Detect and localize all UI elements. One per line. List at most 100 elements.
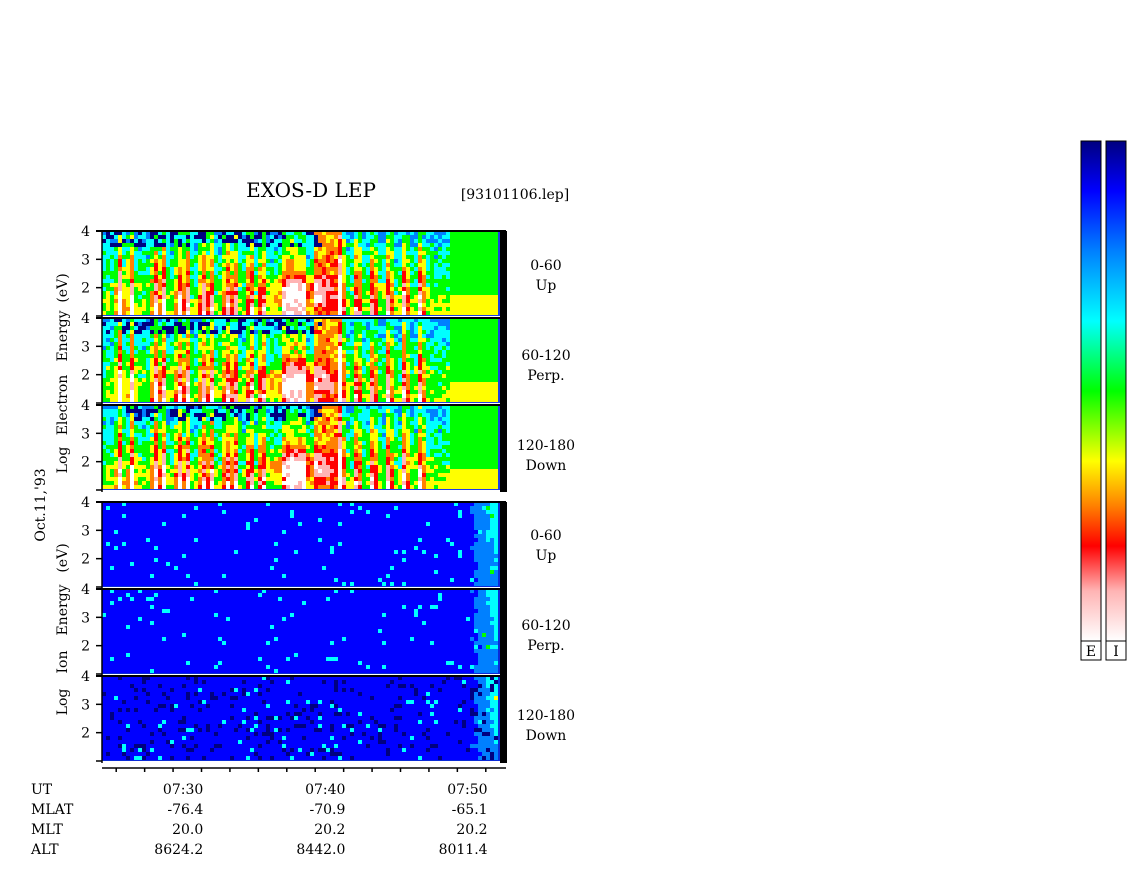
spectrogram-cell: [434, 251, 438, 255]
spectrogram-cell: [466, 326, 470, 330]
spectrogram-cell: [194, 235, 198, 239]
spectrogram-cell: [434, 334, 438, 338]
spectrogram-cell: [306, 346, 310, 350]
spectrogram-cell: [254, 437, 258, 441]
spectrogram-cell: [270, 322, 274, 326]
spectrogram-cell: [182, 409, 186, 413]
spectrogram-cell: [466, 279, 470, 283]
spectrogram-cell: [142, 279, 146, 283]
spectrogram-cell: [130, 453, 134, 457]
spectrogram-cell: [310, 283, 314, 287]
spectrogram-cell: [266, 358, 270, 362]
spectrogram-cell: [122, 271, 126, 275]
spectrogram-cell: [326, 370, 330, 374]
spectrogram-cell: [298, 255, 302, 259]
spectrogram-cell: [106, 465, 110, 469]
spectrogram-cell: [402, 311, 406, 315]
spectrogram-cell: [218, 271, 222, 275]
spectrogram-cell: [242, 346, 246, 350]
spectrogram-cell: [386, 235, 390, 239]
spectrogram-cell: [114, 398, 118, 402]
spectrogram-cell: [182, 382, 186, 386]
spectrogram-cell: [178, 386, 182, 390]
spectrogram-cell: [462, 342, 466, 346]
spectrogram-cell: [258, 283, 262, 287]
spectrogram-cell: [478, 255, 482, 259]
spectrogram-cell: [302, 390, 306, 394]
spectrogram-cell: [122, 441, 126, 445]
spectrogram-cell: [346, 370, 350, 374]
spectrogram-cell: [238, 425, 242, 429]
spectrogram-cell: [454, 382, 458, 386]
spectrogram-cell: [394, 386, 398, 390]
spectrogram-cell: [254, 362, 258, 366]
spectrogram-cell: [170, 275, 174, 279]
spectrogram-cell: [226, 350, 230, 354]
spectrogram-cell: [354, 299, 358, 303]
spectrogram-cell: [490, 338, 494, 342]
spectrogram-cell: [202, 334, 206, 338]
spectrogram-cell: [130, 334, 134, 338]
spectrogram-cell: [494, 350, 498, 354]
spectrogram-cell: [154, 299, 158, 303]
spectrogram-cell: [202, 429, 206, 433]
spectrogram-cell: [454, 326, 458, 330]
spectrogram-cell: [322, 350, 326, 354]
spectrogram-cell: [226, 311, 230, 315]
spectrogram-cell: [130, 350, 134, 354]
spectrogram-cell: [438, 322, 442, 326]
spectrogram-cell: [114, 374, 118, 378]
spectrogram-cell: [298, 398, 302, 402]
spectrogram-cell: [410, 283, 414, 287]
spectrogram-cell: [110, 307, 114, 311]
spectrogram-cell: [278, 255, 282, 259]
spectrogram-cell: [314, 322, 318, 326]
spectrogram-cell: [170, 485, 174, 489]
spectrogram-cell: [366, 346, 370, 350]
spectrogram-cell: [238, 322, 242, 326]
spectrogram-cell: [134, 338, 138, 342]
spectrogram-cell: [466, 390, 470, 394]
spectrogram-cell: [170, 251, 174, 255]
spectrogram-cell: [106, 429, 110, 433]
spectrogram-cell: [314, 382, 318, 386]
spectrogram-cell: [306, 350, 310, 354]
spectrogram-cell: [426, 287, 430, 291]
spectrogram-cell: [442, 307, 446, 311]
spectrogram-cell: [122, 437, 126, 441]
spectrogram-cell: [214, 477, 218, 481]
spectrogram-cell: [242, 271, 246, 275]
spectrogram-cell: [122, 485, 126, 489]
spectrogram-cell: [174, 307, 178, 311]
spectrogram-cell: [290, 255, 294, 259]
spectrogram-cell: [150, 409, 154, 413]
spectrogram-cell: [162, 398, 166, 402]
spectrogram-cell: [206, 275, 210, 279]
spectrogram-cell: [482, 311, 486, 315]
spectrogram-cell: [166, 485, 170, 489]
spectrogram-cell: [122, 330, 126, 334]
spectrogram-cell: [334, 299, 338, 303]
spectrogram-cell: [478, 322, 482, 326]
spectrogram-cell: [462, 322, 466, 326]
spectrogram-cell: [326, 322, 330, 326]
spectrogram-cell: [482, 378, 486, 382]
spectrogram-cell: [442, 271, 446, 275]
spectrogram-cell: [446, 267, 450, 271]
spectrogram-cell: [174, 283, 178, 287]
spectrogram-cell: [218, 338, 222, 342]
spectrogram-cell: [486, 239, 490, 243]
spectrogram-cell: [306, 326, 310, 330]
spectrogram-cell: [162, 441, 166, 445]
spectrogram-cell: [430, 382, 434, 386]
spectrogram-cell: [350, 362, 354, 366]
spectrogram-cell: [202, 378, 206, 382]
spectrogram-cell: [354, 326, 358, 330]
spectrogram-cell: [114, 279, 118, 283]
spectrogram-cell: [434, 326, 438, 330]
spectrogram-cell: [142, 263, 146, 267]
spectrogram-cell: [154, 239, 158, 243]
spectrogram-cell: [450, 354, 454, 358]
spectrogram-cell: [254, 311, 258, 315]
spectrogram-cell: [158, 263, 162, 267]
